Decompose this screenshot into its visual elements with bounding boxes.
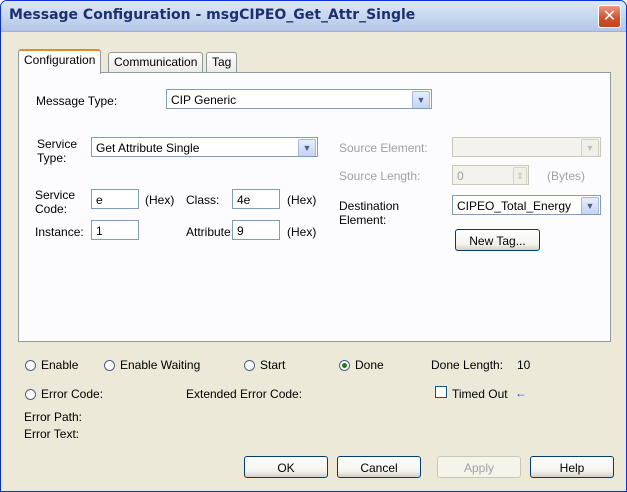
timed-out-checkbox: [435, 386, 447, 398]
service-type-label-line2: Type:: [37, 151, 67, 165]
close-button[interactable]: ✕: [598, 5, 621, 28]
service-type-select[interactable]: Get Attribute Single ▼: [91, 137, 318, 157]
source-length-value: 0: [457, 169, 464, 183]
source-element-label: Source Element:: [339, 141, 428, 155]
chevron-down-icon[interactable]: ▼: [581, 197, 599, 214]
service-code-hex-unit: (Hex): [145, 193, 175, 207]
destination-element-select[interactable]: CIPEO_Total_Energy ▼: [452, 195, 601, 215]
tab-configuration-label: Configuration: [24, 53, 96, 67]
attribute-hex-unit: (Hex): [287, 225, 317, 239]
message-type-select[interactable]: CIP Generic ▼: [166, 89, 432, 109]
cancel-button[interactable]: Cancel: [337, 456, 421, 478]
service-code-input[interactable]: e: [91, 189, 139, 209]
destination-element-label: Destination: [339, 199, 400, 213]
enable-radio: [25, 360, 36, 371]
chevron-down-icon[interactable]: ▼: [581, 139, 599, 156]
tab-communication-label: Communication: [114, 55, 198, 69]
tab-communication[interactable]: Communication: [108, 52, 204, 72]
service-type-value: Get Attribute Single: [96, 141, 200, 155]
start-label: Start: [260, 358, 286, 372]
close-icon: ✕: [602, 6, 617, 25]
class-hex-unit: (Hex): [287, 193, 317, 207]
arrow-left-icon: ←: [515, 386, 527, 400]
error-code-radio: [25, 389, 36, 400]
attribute-label: Attribute:: [186, 225, 235, 239]
chevron-down-icon[interactable]: ▼: [298, 139, 316, 156]
enable-label: Enable: [41, 358, 79, 372]
done-length-label: Done Length:: [431, 358, 504, 372]
apply-button[interactable]: Apply: [437, 456, 521, 478]
spinner-icon[interactable]: ⇕: [513, 167, 527, 184]
extended-error-code-label: Extended Error Code:: [186, 387, 303, 401]
class-input[interactable]: 4e: [232, 189, 280, 209]
chevron-down-icon[interactable]: ▼: [412, 91, 430, 108]
service-type-label: Service: [37, 137, 78, 151]
done-radio: [339, 360, 350, 371]
done-label: Done: [355, 358, 384, 372]
window-title: Message Configuration - msgCIPEO_Get_Att…: [9, 7, 416, 23]
error-code-label: Error Code:: [41, 387, 104, 401]
tab-configuration[interactable]: Configuration: [18, 49, 102, 74]
destination-element-value: CIPEO_Total_Energy: [457, 199, 572, 213]
instance-input[interactable]: 1: [91, 220, 139, 240]
error-path-label: Error Path:: [24, 410, 83, 424]
service-code-label-line2: Code:: [35, 202, 68, 216]
source-length-label: Source Length:: [339, 169, 421, 183]
tab-tag-label: Tag: [212, 55, 232, 69]
attribute-value: 9: [237, 224, 244, 238]
done-length-value: 10: [517, 358, 531, 372]
attribute-input[interactable]: 9: [232, 220, 280, 240]
service-code-label: Service: [35, 188, 76, 202]
enable-waiting-radio: [104, 360, 115, 371]
timed-out-label: Timed Out: [452, 387, 508, 401]
source-element-select[interactable]: ▼: [452, 137, 601, 157]
class-label: Class:: [186, 193, 220, 207]
bytes-unit: (Bytes): [547, 169, 586, 183]
start-radio: [244, 360, 255, 371]
ok-button[interactable]: OK: [244, 456, 328, 478]
new-tag-button[interactable]: New Tag...: [455, 229, 540, 251]
tab-tag[interactable]: Tag: [206, 52, 238, 72]
error-text-label: Error Text:: [24, 427, 80, 441]
instance-value: 1: [96, 224, 103, 238]
class-value: 4e: [237, 193, 251, 207]
title-bar[interactable]: Message Configuration - msgCIPEO_Get_Att…: [1, 1, 626, 32]
destination-element-label-line2: Element:: [339, 213, 387, 227]
service-code-value: e: [96, 193, 103, 207]
message-type-value: CIP Generic: [171, 93, 237, 107]
enable-waiting-label: Enable Waiting: [120, 358, 201, 372]
help-button[interactable]: Help: [530, 456, 614, 478]
message-type-label: Message Type:: [36, 94, 118, 108]
source-length-input[interactable]: 0 ⇕: [452, 165, 529, 185]
instance-label: Instance:: [35, 225, 84, 239]
